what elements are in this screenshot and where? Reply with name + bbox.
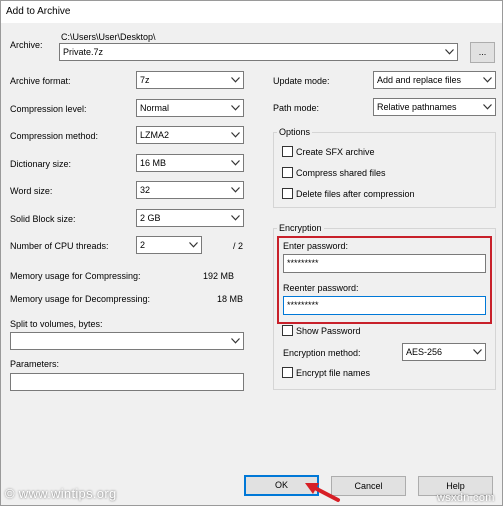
chevron-down-icon bbox=[187, 237, 199, 253]
chevron-down-icon bbox=[229, 155, 241, 171]
archive-name-value: Private.7z bbox=[63, 47, 104, 57]
solid-block-size-label: Solid Block size: bbox=[10, 214, 76, 224]
compression-method-label: Compression method: bbox=[10, 131, 99, 141]
encrypt-file-names-checkbox[interactable] bbox=[282, 367, 293, 378]
encryption-group-title: Encryption bbox=[277, 222, 324, 234]
delete-after-label[interactable]: Delete files after compression bbox=[296, 188, 415, 200]
cpu-threads-value: 2 bbox=[140, 240, 146, 250]
encryption-method-select[interactable]: AES-256 bbox=[402, 343, 486, 361]
create-sfx-checkbox[interactable] bbox=[282, 146, 293, 157]
chevron-down-icon bbox=[229, 182, 241, 198]
delete-after-checkbox[interactable] bbox=[282, 188, 293, 199]
watermark-wsxdn: wsxdn.com bbox=[437, 492, 495, 504]
options-group-title: Options bbox=[277, 126, 313, 138]
cpu-threads-select[interactable]: 2 bbox=[136, 236, 202, 254]
enter-password-label: Enter password: bbox=[283, 241, 349, 251]
chevron-down-icon bbox=[471, 344, 483, 360]
chevron-down-icon bbox=[481, 72, 493, 88]
memory-compress-value: 192 MB bbox=[202, 271, 234, 281]
cpu-threads-total: / 2 bbox=[233, 241, 244, 251]
memory-compress-label: Memory usage for Compressing: bbox=[10, 271, 141, 281]
update-mode-value: Add and replace files bbox=[377, 75, 462, 85]
archive-format-select[interactable]: 7z bbox=[136, 71, 244, 89]
browse-button[interactable]: ... bbox=[470, 42, 495, 63]
archive-label: Archive: bbox=[10, 40, 43, 50]
reenter-password-label: Reenter password: bbox=[283, 283, 359, 293]
cpu-threads-label: Number of CPU threads: bbox=[10, 241, 109, 251]
archive-format-value: 7z bbox=[140, 75, 150, 85]
compression-level-label: Compression level: bbox=[10, 104, 87, 114]
chevron-down-icon bbox=[481, 99, 493, 115]
compress-shared-label[interactable]: Compress shared files bbox=[296, 167, 386, 179]
encrypt-file-names-label[interactable]: Encrypt file names bbox=[296, 367, 370, 379]
word-size-value: 32 bbox=[140, 185, 151, 195]
cancel-button[interactable]: Cancel bbox=[331, 476, 406, 496]
solid-block-size-select[interactable]: 2 GB bbox=[136, 209, 244, 227]
update-mode-select[interactable]: Add and replace files bbox=[373, 71, 496, 89]
word-size-select[interactable]: 32 bbox=[136, 181, 244, 199]
compression-level-select[interactable]: Normal bbox=[136, 99, 244, 117]
add-to-archive-dialog: Add to Archive Archive: C:\Users\User\De… bbox=[0, 0, 503, 506]
archive-name-combobox[interactable]: Private.7z bbox=[59, 43, 458, 61]
chevron-down-icon[interactable] bbox=[443, 44, 455, 60]
chevron-down-icon bbox=[229, 333, 241, 349]
compression-method-select[interactable]: LZMA2 bbox=[136, 126, 244, 144]
red-arrow-icon bbox=[305, 483, 340, 502]
split-volumes-combobox[interactable] bbox=[10, 332, 244, 350]
title-bar: Add to Archive bbox=[1, 1, 502, 23]
show-password-checkbox[interactable] bbox=[282, 325, 293, 336]
archive-path-text: C:\Users\User\Desktop\ bbox=[61, 32, 156, 42]
dictionary-size-value: 16 MB bbox=[140, 158, 167, 168]
compression-level-value: Normal bbox=[140, 103, 170, 113]
chevron-down-icon bbox=[229, 210, 241, 226]
update-mode-label: Update mode: bbox=[273, 76, 330, 86]
show-password-label[interactable]: Show Password bbox=[296, 325, 361, 337]
parameters-label: Parameters: bbox=[10, 359, 60, 369]
chevron-down-icon bbox=[229, 100, 241, 116]
memory-decompress-label: Memory usage for Decompressing: bbox=[10, 294, 151, 304]
parameters-input[interactable] bbox=[10, 373, 244, 391]
memory-decompress-value: 18 MB bbox=[216, 294, 243, 304]
dictionary-size-label: Dictionary size: bbox=[10, 159, 72, 169]
create-sfx-label[interactable]: Create SFX archive bbox=[296, 146, 375, 158]
word-size-label: Word size: bbox=[10, 186, 53, 196]
reenter-password-input[interactable]: ********* bbox=[283, 296, 486, 315]
split-volumes-label: Split to volumes, bytes: bbox=[10, 319, 103, 329]
enter-password-input[interactable]: ********* bbox=[283, 254, 486, 273]
dictionary-size-select[interactable]: 16 MB bbox=[136, 154, 244, 172]
solid-block-size-value: 2 GB bbox=[140, 213, 161, 223]
chevron-down-icon bbox=[229, 127, 241, 143]
compress-shared-checkbox[interactable] bbox=[282, 167, 293, 178]
path-mode-select[interactable]: Relative pathnames bbox=[373, 98, 496, 116]
path-mode-label: Path mode: bbox=[273, 103, 320, 113]
chevron-down-icon bbox=[229, 72, 241, 88]
path-mode-value: Relative pathnames bbox=[377, 102, 457, 112]
encryption-method-value: AES-256 bbox=[406, 347, 443, 357]
watermark-wintips: © www.wintips.org bbox=[5, 486, 117, 501]
compression-method-value: LZMA2 bbox=[140, 130, 170, 140]
archive-format-label: Archive format: bbox=[10, 76, 71, 86]
encryption-method-label: Encryption method: bbox=[283, 348, 361, 358]
